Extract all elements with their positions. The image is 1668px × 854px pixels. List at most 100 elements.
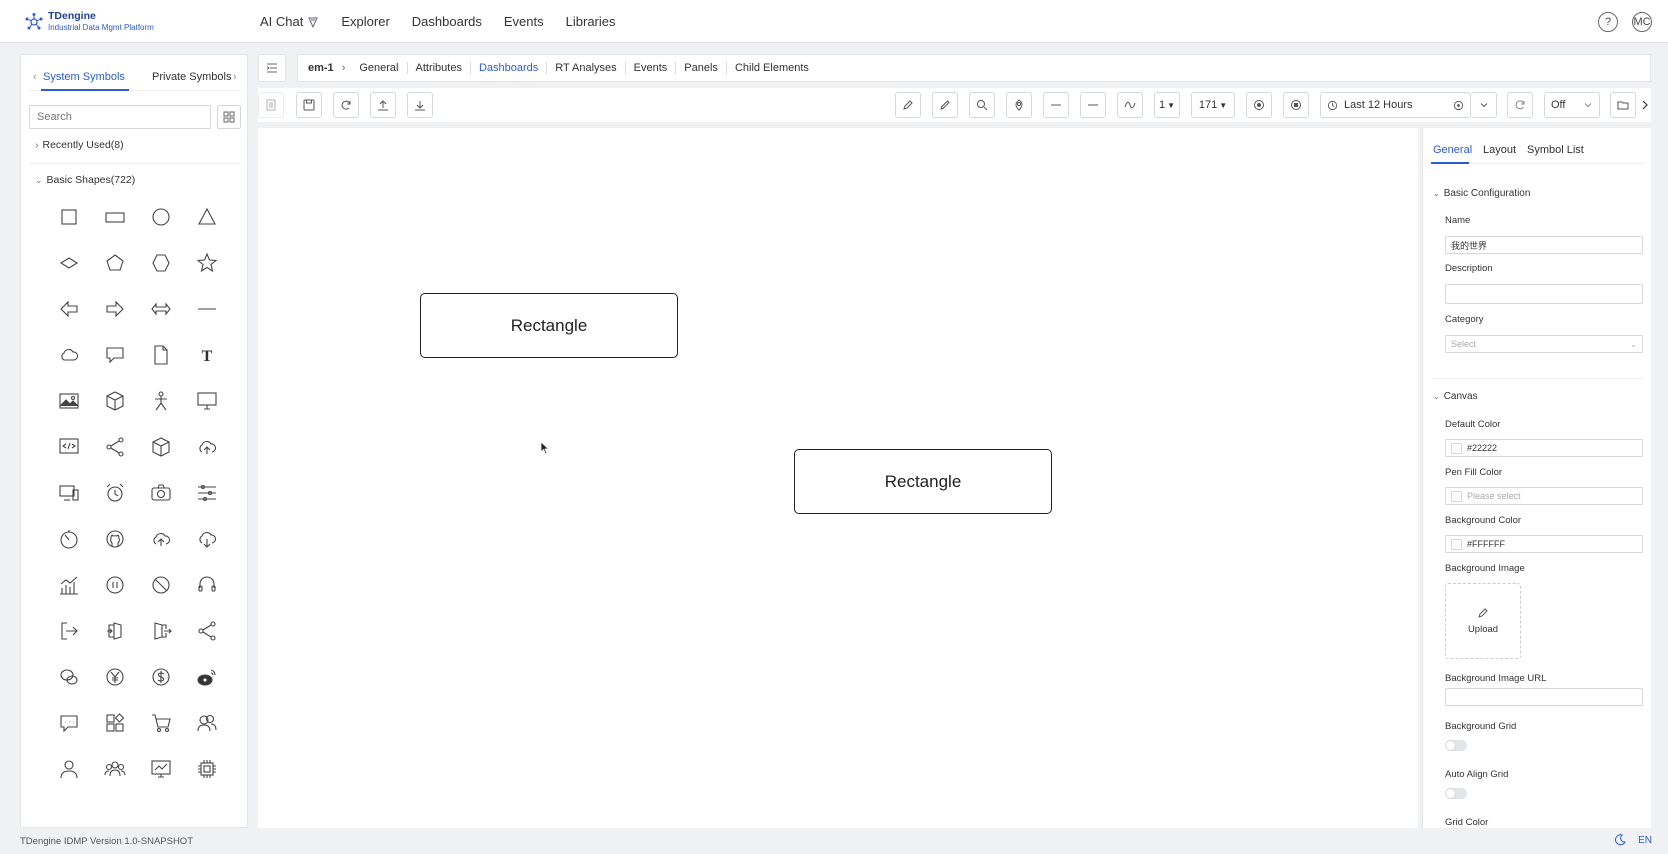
symbol-computer[interactable] <box>53 477 85 509</box>
auto-align-grid-toggle[interactable] <box>1445 788 1467 799</box>
basic-shapes-group[interactable]: ⌄ Basic Shapes(722) <box>35 174 135 186</box>
location-button[interactable] <box>1006 92 1032 118</box>
pen-tool-button[interactable] <box>895 92 921 118</box>
tab-symbol-list[interactable]: Symbol List <box>1527 144 1584 156</box>
tab-layout[interactable]: Layout <box>1483 144 1516 156</box>
symbol-diamond[interactable] <box>53 247 85 279</box>
symbol-arrow-left[interactable] <box>53 293 85 325</box>
refresh-canvas-button[interactable] <box>333 92 359 118</box>
symbol-github[interactable] <box>99 523 131 555</box>
symbol-triangle[interactable] <box>191 201 223 233</box>
symbol-text[interactable]: T <box>191 339 223 371</box>
tab-private-symbols[interactable]: Private Symbols <box>152 71 231 83</box>
grid-view-button[interactable] <box>217 105 241 129</box>
basic-configuration-section[interactable]: ⌄ Basic Configuration <box>1433 188 1530 199</box>
background-grid-toggle[interactable] <box>1445 740 1467 751</box>
symbol-square[interactable] <box>53 201 85 233</box>
tab-system-symbols[interactable]: System Symbols <box>43 71 125 83</box>
symbol-download-cloud[interactable] <box>191 523 223 555</box>
canvas-rectangle[interactable]: Rectangle <box>794 449 1052 514</box>
symbol-arrow-right[interactable] <box>99 293 131 325</box>
sidebar-toggle-button[interactable] <box>258 54 286 82</box>
symbol-line[interactable] <box>191 293 223 325</box>
pencil-tool-button[interactable] <box>932 92 958 118</box>
symbol-pentagon[interactable] <box>99 247 131 279</box>
canvas-rectangle[interactable]: Rectangle <box>420 293 678 358</box>
symbol-cloud[interactable] <box>53 339 85 371</box>
line-dash-button[interactable] <box>1080 92 1106 118</box>
symbol-box[interactable] <box>145 431 177 463</box>
breadcrumb-dashboards[interactable]: Dashboards <box>469 62 546 74</box>
breadcrumb-general[interactable]: General <box>351 62 406 74</box>
line-style-button[interactable] <box>1043 92 1069 118</box>
auto-refresh-select[interactable]: Off <box>1544 92 1600 118</box>
symbol-star[interactable] <box>191 247 223 279</box>
symbol-alarm-clock[interactable] <box>99 477 131 509</box>
symbol-code[interactable] <box>53 431 85 463</box>
recently-used-group[interactable]: › Recently Used(8) <box>35 139 124 151</box>
breadcrumb-child-elements[interactable]: Child Elements <box>725 62 817 74</box>
symbol-block[interactable] <box>145 569 177 601</box>
symbol-monitor[interactable] <box>191 385 223 417</box>
chevron-right-icon[interactable]: › <box>233 71 237 83</box>
name-field[interactable]: 我的世界 <box>1445 236 1643 254</box>
background-color-field[interactable]: #FFFFFF <box>1445 535 1643 553</box>
breadcrumb-rt-analyses[interactable]: RT Analyses <box>546 62 624 74</box>
symbol-door-out[interactable] <box>145 615 177 647</box>
symbol-pause[interactable] <box>99 569 131 601</box>
refresh-button[interactable] <box>1507 92 1533 118</box>
breadcrumb-panels[interactable]: Panels <box>675 62 726 74</box>
language-switch[interactable]: EN <box>1638 835 1652 846</box>
help-icon[interactable]: ? <box>1598 12 1618 32</box>
symbol-user[interactable] <box>53 753 85 785</box>
symbol-yen[interactable] <box>99 661 131 693</box>
symbol-door-in[interactable] <box>99 615 131 647</box>
symbol-chip[interactable] <box>191 753 223 785</box>
page-button[interactable] <box>258 92 284 118</box>
size-select[interactable]: 171 ▼ <box>1191 92 1235 118</box>
clear-icon[interactable] <box>1453 100 1464 111</box>
folder-button[interactable] <box>1610 92 1636 118</box>
category-select[interactable]: Select ⌄ <box>1445 335 1643 353</box>
symbol-image[interactable] <box>53 385 85 417</box>
toolbar-more-button[interactable] <box>1638 92 1651 118</box>
color-swatch[interactable] <box>1451 490 1462 502</box>
nav-ai-chat[interactable]: AI Chat <box>260 14 319 29</box>
description-field[interactable] <box>1445 284 1643 304</box>
symbol-upload-cloud[interactable] <box>145 523 177 555</box>
time-range-dropdown[interactable] <box>1471 92 1497 118</box>
symbol-hexagon[interactable] <box>145 247 177 279</box>
stop-button[interactable] <box>1283 92 1309 118</box>
symbol-share-nodes[interactable] <box>191 615 223 647</box>
symbol-cloud-upload[interactable] <box>191 431 223 463</box>
symbol-team[interactable] <box>99 753 131 785</box>
curve-button[interactable] <box>1117 92 1143 118</box>
canvas-section[interactable]: ⌄ Canvas <box>1433 391 1478 402</box>
color-swatch[interactable] <box>1451 538 1462 550</box>
pen-fill-color-field[interactable]: Please select <box>1445 487 1643 505</box>
symbol-cube[interactable] <box>99 385 131 417</box>
breadcrumb-root[interactable]: em-1 <box>308 62 338 74</box>
nav-dashboards[interactable]: Dashboards <box>412 14 482 29</box>
background-image-url-field[interactable] <box>1445 688 1643 706</box>
symbol-cart[interactable] <box>145 707 177 739</box>
breadcrumb-events[interactable]: Events <box>624 62 676 74</box>
nav-events[interactable]: Events <box>504 14 544 29</box>
avatar[interactable]: MC <box>1632 12 1652 32</box>
symbol-logout[interactable] <box>53 615 85 647</box>
save-button[interactable] <box>296 92 322 118</box>
symbol-document[interactable] <box>145 339 177 371</box>
background-image-upload[interactable]: Upload <box>1445 583 1521 659</box>
symbol-dollar[interactable] <box>145 661 177 693</box>
time-range-picker[interactable]: Last 12 Hours <box>1320 92 1471 118</box>
symbol-sliders[interactable] <box>191 477 223 509</box>
symbol-monitor-chart[interactable] <box>145 753 177 785</box>
symbol-weibo[interactable] <box>191 661 223 693</box>
symbol-message[interactable] <box>53 707 85 739</box>
symbol-circle[interactable] <box>145 201 177 233</box>
symbol-rectangle[interactable] <box>99 201 131 233</box>
dashboard-canvas[interactable]: Rectangle Rectangle <box>258 128 1418 828</box>
symbol-timer[interactable] <box>53 523 85 555</box>
symbol-users[interactable] <box>191 707 223 739</box>
import-button[interactable] <box>407 92 433 118</box>
